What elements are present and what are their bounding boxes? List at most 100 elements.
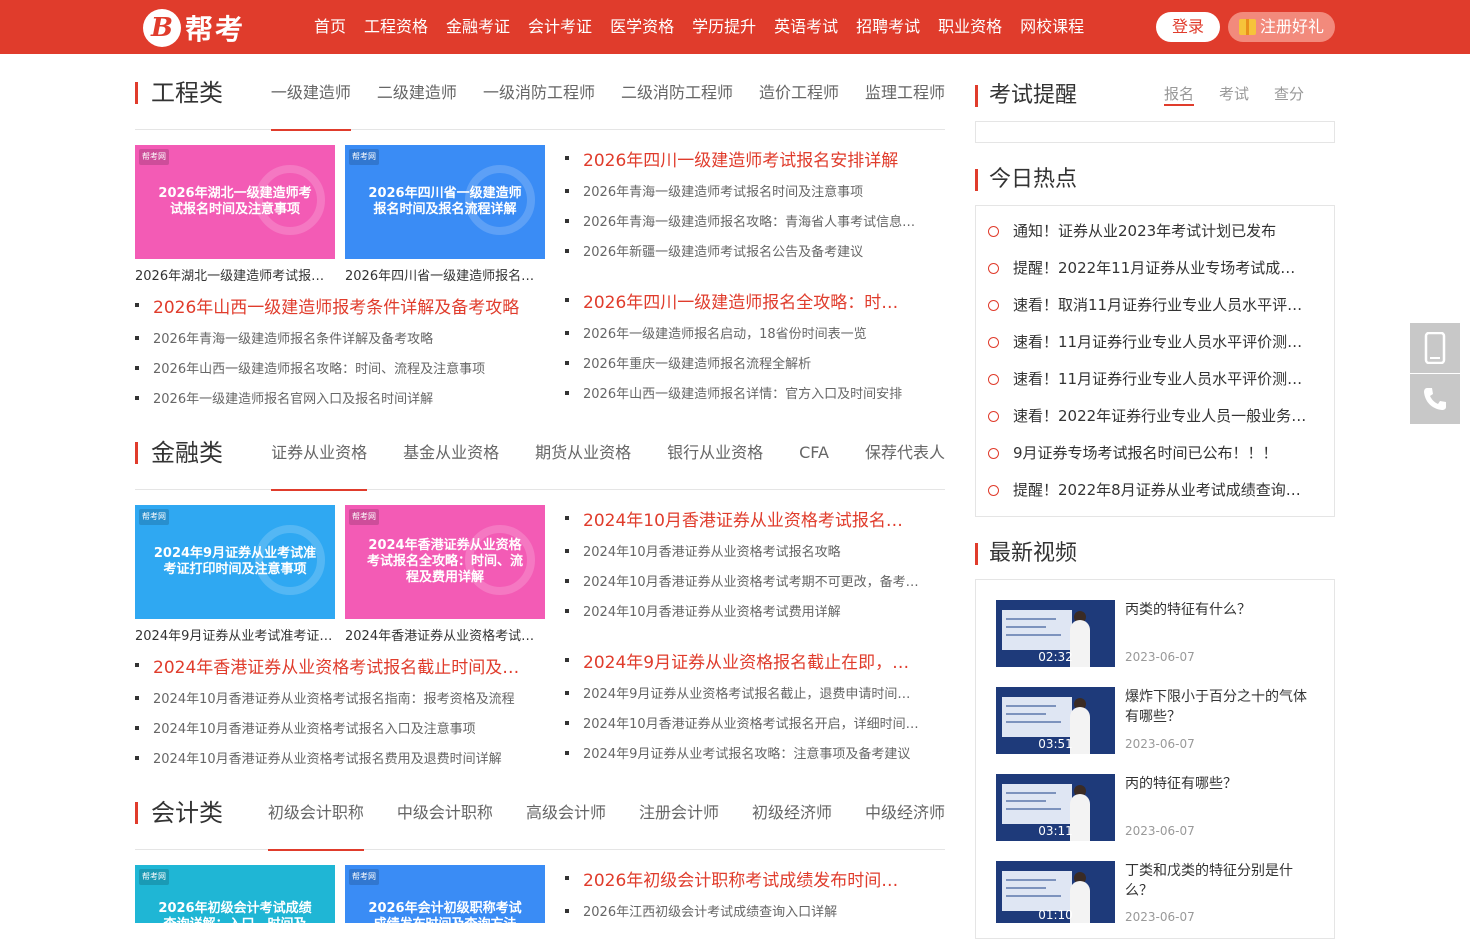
thumb-caption[interactable]: 2024年9月证券从业考试准考证打印时间及注意事项 [135, 625, 335, 644]
article-thumbnail[interactable]: 帮考网 2026年湖北一级建造师考试报名时间及注意事项 [135, 145, 335, 259]
article-link[interactable]: 2026年新疆一级建造师考试报名公告及备考建议 [565, 241, 925, 260]
nav-item-english[interactable]: 英语考试 [765, 0, 847, 54]
thumb-caption[interactable]: 2026年湖北一级建造师考试报名时间及注意事项 [135, 265, 335, 284]
nav-item-accounting[interactable]: 会计考证 [519, 0, 601, 54]
section-tabs: 一级建造师 二级建造师 一级消防工程师 二级消防工程师 造价工程师 监理工程师 [270, 68, 945, 131]
nav-item-recruitment[interactable]: 招聘考试 [847, 0, 929, 54]
reminder-title: 考试提醒 [975, 85, 1077, 107]
video-title[interactable]: 丙的特征有哪些？ [1125, 774, 1315, 794]
article-thumbnail[interactable]: 帮考网 2024年9月证券从业考试准考证打印时间及注意事项 [135, 505, 335, 619]
hot-title: 今日热点 [975, 169, 1077, 191]
article-link[interactable]: 2024年10月香港证券从业资格考试报名费用及退费时间详解 [135, 748, 525, 767]
mobile-app-button[interactable] [1410, 323, 1460, 373]
login-button[interactable]: 登录 [1156, 12, 1220, 42]
article-link[interactable]: 2026年山西一级建造师报名详情：官方入口及时间安排 [565, 383, 925, 402]
video-date: 2023-06-07 [1125, 910, 1195, 924]
article-link[interactable]: 2024年9月证券从业考试报名攻略：注意事项及备考建议 [565, 743, 920, 762]
article-link[interactable]: 2026年一级建造师报名启动，18省份时间表一览 [565, 323, 925, 342]
hot-item[interactable]: 速看！2022年证券行业专业人员一般业务水平评价测试 [988, 405, 1308, 426]
register-button[interactable]: 注册好礼 [1228, 12, 1335, 42]
article-link[interactable]: 2024年10月香港证券从业资格考试报名开启，详细时间安排 [565, 713, 925, 732]
article-link[interactable]: 2026年一级建造师报名官网入口及报名时间详解 [135, 388, 525, 407]
thumb-caption[interactable]: 2024年香港证券从业资格考试报名全攻略 [345, 625, 545, 644]
headline-link[interactable]: 2024年香港证券从业资格考试报名截止时间及注意事项 [135, 653, 520, 678]
thumb-text: 2024年9月证券从业考试准考证打印时间及注意事项 [153, 546, 317, 577]
thumb-text: 2026年初级会计考试成绩查询详解：入口、时间及 [158, 901, 312, 923]
headline-link[interactable]: 2026年四川一级建造师考试报名安排详解 [565, 146, 935, 171]
headline-link[interactable]: 2026年初级会计职称考试成绩发布时间及查询方式 [565, 866, 915, 891]
article-link[interactable]: 2026年重庆一级建造师报名流程全解析 [565, 353, 925, 372]
video-title[interactable]: 丁类和戊类的特征分别是什么？ [1125, 861, 1315, 901]
video-title[interactable]: 爆炸下限小于百分之十的气体有哪些？ [1125, 687, 1315, 727]
tab-fund[interactable]: 基金从业资格 [403, 428, 499, 490]
article-link[interactable]: 2024年9月证券从业资格考试报名截止，退费申请时间公布 [565, 683, 920, 702]
hot-item[interactable]: 9月证券专场考试报名时间已公布！！！ [988, 442, 1308, 463]
tab-cpa[interactable]: 注册会计师 [639, 788, 719, 850]
tab-junior-economist[interactable]: 初级经济师 [752, 788, 832, 850]
tab-junior-accountant[interactable]: 初级会计职称 [267, 788, 364, 851]
thumb-tag: 帮考网 [139, 509, 169, 525]
tab-sponsor[interactable]: 保荐代表人 [865, 428, 945, 490]
hot-item[interactable]: 提醒！2022年11月证券从业专场考试成绩查询时间 [988, 257, 1308, 278]
phone-mobile-icon [1424, 332, 1446, 364]
tab-securities[interactable]: 证券从业资格 [271, 428, 368, 491]
headline-link[interactable]: 2026年山西一级建造师报考条件详解及备考攻略 [135, 293, 520, 318]
tab-cfa[interactable]: CFA [799, 428, 829, 490]
article-link[interactable]: 2026年青海一级建造师报名攻略：青海省人事考试信息网报名流程 [565, 211, 925, 230]
video-title[interactable]: 丙类的特征有什么？ [1125, 600, 1315, 620]
tab-cost-engineer[interactable]: 造价工程师 [759, 68, 839, 130]
tab-registration[interactable]: 报名 [1164, 84, 1195, 106]
hotline-button[interactable] [1410, 374, 1460, 424]
article-link[interactable]: 2026年江西初级会计考试成绩查询入口详解 [565, 901, 925, 920]
tab-first-fire[interactable]: 一级消防工程师 [483, 68, 595, 130]
nav-item-home[interactable]: 首页 [305, 0, 355, 54]
article-thumbnail[interactable]: 帮考网 2026年初级会计考试成绩查询详解：入口、时间及 [135, 865, 335, 923]
article-link[interactable]: 2026年青海一级建造师报名条件详解及备考攻略 [135, 328, 525, 347]
top-navbar: B 帮考 首页 工程资格 金融考证 会计考证 医学资格 学历提升 英语考试 招聘… [0, 0, 1470, 54]
video-thumbnail[interactable]: 01:10 [996, 861, 1115, 923]
nav-item-courses[interactable]: 网校课程 [1011, 0, 1093, 54]
article-link[interactable]: 2024年10月香港证券从业资格考试考期不可更改，备考需提前规划 [565, 571, 925, 590]
tab-exam[interactable]: 考试 [1219, 84, 1249, 106]
nav-item-finance[interactable]: 金融考证 [437, 0, 519, 54]
tab-second-fire[interactable]: 二级消防工程师 [621, 68, 733, 130]
nav-item-medical[interactable]: 医学资格 [601, 0, 683, 54]
tab-second-constructor[interactable]: 二级建造师 [377, 68, 457, 130]
thumb-caption[interactable]: 2026年四川省一级建造师报名时间及报名流程详解 [345, 265, 545, 284]
article-link[interactable]: 2026年青海一级建造师考试报名时间及注意事项 [565, 181, 925, 200]
tab-intermediate-accountant[interactable]: 中级会计职称 [397, 788, 493, 850]
hot-item[interactable]: 速看！取消11月证券行业专业人员水平评价测试 [988, 294, 1308, 315]
headline-link[interactable]: 2026年四川一级建造师报名全攻略：时间、流程与注意事项 [565, 288, 915, 313]
main-nav: 首页 工程资格 金融考证 会计考证 医学资格 学历提升 英语考试 招聘考试 职业… [305, 0, 1093, 54]
hot-item[interactable]: 速看！11月证券行业专业人员水平评价测试报名 [988, 331, 1308, 352]
video-thumbnail[interactable]: 03:11 [996, 774, 1115, 841]
video-thumbnail[interactable]: 03:51 [996, 687, 1115, 754]
video-thumbnail[interactable]: 02:32 [996, 600, 1115, 667]
nav-item-professional[interactable]: 职业资格 [929, 0, 1011, 54]
tab-first-constructor[interactable]: 一级建造师 [270, 68, 351, 131]
headline-link[interactable]: 2024年9月证券从业资格报名截止在即，考生需抓紧 [565, 648, 925, 673]
tab-intermediate-economist[interactable]: 中级经济师 [865, 788, 945, 850]
article-link[interactable]: 2026年山西一级建造师报名攻略：时间、流程及注意事项 [135, 358, 525, 377]
nav-item-education[interactable]: 学历提升 [683, 0, 765, 54]
tab-supervisor[interactable]: 监理工程师 [865, 68, 945, 130]
article-thumbnail[interactable]: 帮考网 2026年会计初级职称考试成绩发布时间及查询方法 [345, 865, 545, 923]
tab-senior-accountant[interactable]: 高级会计师 [526, 788, 606, 850]
headline-link[interactable]: 2024年10月香港证券从业资格考试报名时间及流程 [565, 506, 915, 531]
thumb-tag: 帮考网 [349, 869, 379, 885]
hot-item[interactable]: 速看！11月证券行业专业人员水平评价测试准考证 [988, 368, 1308, 389]
nav-item-engineering[interactable]: 工程资格 [355, 0, 437, 54]
thumb-text: 2026年四川省一级建造师报名时间及报名流程详解 [368, 186, 522, 217]
tab-banking[interactable]: 银行从业资格 [667, 428, 763, 490]
article-link[interactable]: 2024年10月香港证券从业资格考试费用详解 [565, 601, 925, 620]
article-link[interactable]: 2024年10月香港证券从业资格考试报名指南：报考资格及流程 [135, 688, 525, 707]
hot-item[interactable]: 提醒！2022年8月证券从业考试成绩查询时间 [988, 479, 1308, 500]
site-logo[interactable]: B 帮考 [143, 8, 245, 48]
article-thumbnail[interactable]: 帮考网 2024年香港证券从业资格考试报名全攻略：时间、流程及费用详解 [345, 505, 545, 619]
article-link[interactable]: 2024年10月香港证券从业资格考试报名攻略 [565, 541, 925, 560]
article-link[interactable]: 2024年10月香港证券从业资格考试报名入口及注意事项 [135, 718, 525, 737]
hot-item[interactable]: 通知！证券从业2023年考试计划已发布 [988, 220, 1308, 241]
article-thumbnail[interactable]: 帮考网 2026年四川省一级建造师报名时间及报名流程详解 [345, 145, 545, 259]
tab-futures[interactable]: 期货从业资格 [535, 428, 631, 490]
tab-score[interactable]: 查分 [1274, 84, 1304, 106]
